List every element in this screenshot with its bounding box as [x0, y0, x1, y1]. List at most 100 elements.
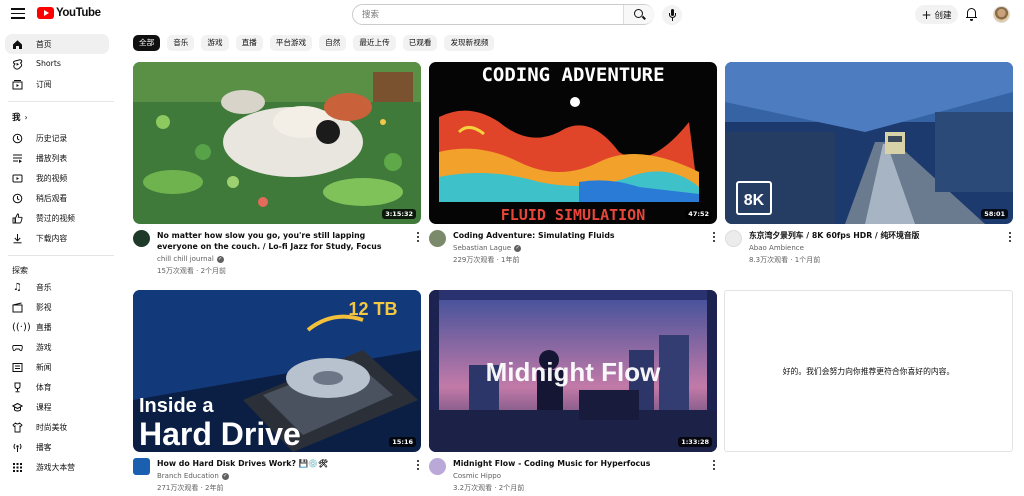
chip-platformer[interactable]: 平台游戏 — [269, 35, 313, 51]
youtube-play-icon — [37, 7, 54, 19]
video-thumbnail[interactable]: Midnight Flow 1:33:28 — [429, 290, 717, 452]
sidebar-item-downloads[interactable]: 下载内容 — [5, 228, 109, 248]
thumb-text-line2: Hard Drive — [139, 416, 301, 452]
channel-name[interactable]: Branch Education ✓ — [157, 472, 229, 480]
video-thumbnail[interactable]: 12 TB Inside a Hard Drive 15:16 — [133, 290, 421, 452]
video-meta: 15万次观看 · 2个月前 — [157, 267, 227, 275]
more-options-icon[interactable] — [1007, 231, 1013, 243]
create-button[interactable]: + 创建 — [915, 5, 958, 24]
thumb-text-line1: Inside a — [139, 395, 214, 417]
sidebar-item-liked-videos[interactable]: 赞过的视频 — [5, 208, 109, 228]
video-duration: 47:52 — [685, 209, 712, 219]
sidebar-item-news[interactable]: 新闻 — [5, 357, 109, 377]
sidebar-item-label: 稍后观看 — [36, 194, 68, 203]
chevron-right-icon: › — [24, 112, 28, 122]
search-button[interactable] — [623, 5, 654, 24]
music-icon: ♫ — [13, 282, 22, 293]
menu-icon[interactable] — [11, 8, 25, 20]
video-thumbnail[interactable]: CODING ADVENTURE FLUID SIMULATION 47:52 — [429, 62, 717, 224]
chip-new-to-you[interactable]: 发现新视频 — [444, 35, 495, 51]
channel-name[interactable]: chill chill journal ✓ — [157, 255, 224, 263]
voice-search-button[interactable] — [662, 5, 682, 25]
sidebar-item-label: 音乐 — [36, 283, 52, 292]
account-avatar[interactable] — [993, 6, 1010, 23]
channel-name-text: chill chill journal — [157, 255, 214, 263]
sidebar-item-music[interactable]: ♫ 音乐 — [5, 277, 109, 297]
video-thumbnail[interactable]: 8K 58:01 — [725, 62, 1013, 224]
more-options-icon[interactable] — [415, 459, 421, 471]
video-title[interactable]: How do Hard Disk Drives Work? 💾💿🛠 — [157, 458, 397, 469]
channel-name-text: Branch Education — [157, 472, 219, 480]
search-box — [352, 4, 654, 25]
sidebar-item-label: 影视 — [36, 303, 52, 312]
sports-icon — [12, 382, 23, 393]
you-heading-text: 我 — [12, 113, 21, 123]
notifications-bell-icon[interactable] — [966, 8, 977, 21]
chip-music[interactable]: 音乐 — [167, 35, 195, 51]
video-title[interactable]: Midnight Flow - Coding Music for Hyperfo… — [453, 458, 693, 469]
create-label: 创建 — [934, 10, 952, 21]
podcasts-icon — [12, 442, 23, 453]
sidebar-item-label: 我的视频 — [36, 174, 68, 183]
sidebar-item-gaming[interactable]: 游戏 — [5, 337, 109, 357]
channel-avatar[interactable] — [133, 230, 150, 247]
chip-nature[interactable]: 自然 — [319, 35, 347, 51]
history-icon — [12, 133, 23, 144]
channel-avatar[interactable] — [725, 230, 742, 247]
video-thumbnail[interactable]: 3:15:32 — [133, 62, 421, 224]
channel-name[interactable]: Sebastian Lague ✓ — [453, 244, 522, 252]
search-input[interactable] — [353, 5, 623, 24]
sidebar-item-courses[interactable]: 课程 — [5, 397, 109, 417]
liked-videos-icon — [12, 213, 23, 224]
youtube-logo[interactable]: YouTube — [37, 7, 101, 19]
sidebar-item-label: 播客 — [36, 443, 52, 452]
sidebar-item-live[interactable]: ((·)) 直播 — [5, 317, 109, 337]
sidebar-item-history[interactable]: 历史记录 — [5, 128, 109, 148]
thumb-badge: 12 TB — [348, 299, 397, 319]
filter-chips: 全部 音乐 游戏 直播 平台游戏 自然 最近上传 已观看 发现新视频 — [133, 35, 495, 51]
channel-avatar[interactable] — [429, 458, 446, 475]
more-options-icon[interactable] — [415, 231, 421, 243]
video-meta: 3.2万次观看 · 2个月前 — [453, 484, 525, 492]
video-title[interactable]: Coding Adventure: Simulating Fluids — [453, 230, 693, 241]
chip-watched[interactable]: 已观看 — [402, 35, 438, 51]
sidebar-item-home[interactable]: 首页 — [5, 34, 109, 54]
chip-live[interactable]: 直播 — [235, 35, 263, 51]
channel-avatar[interactable] — [429, 230, 446, 247]
sidebar-item-playables[interactable]: 游戏大本营 — [5, 457, 109, 477]
video-title[interactable]: 东京湾夕景列车 / 8K 60fps HDR / 纯环境音版 — [749, 230, 989, 241]
sidebar-item-movies[interactable]: 影视 — [5, 297, 109, 317]
sidebar-item-label: 游戏大本营 — [36, 463, 75, 472]
channel-name-text: Sebastian Lague — [453, 244, 512, 252]
chip-gaming[interactable]: 游戏 — [201, 35, 229, 51]
channel-name[interactable]: Cosmic Hippo — [453, 472, 501, 480]
live-icon: ((·)) — [12, 322, 31, 333]
chip-all[interactable]: 全部 — [133, 35, 161, 51]
sidebar-item-your-videos[interactable]: 我的视频 — [5, 168, 109, 188]
channel-name[interactable]: Abao Ambience — [749, 244, 804, 252]
gaming-icon — [12, 342, 23, 353]
courses-icon — [11, 402, 24, 413]
sidebar-item-fashion[interactable]: 时尚美妆 — [5, 417, 109, 437]
sidebar-item-sports[interactable]: 体育 — [5, 377, 109, 397]
sidebar-item-label: 首页 — [36, 40, 52, 49]
thumb-text-top: CODING ADVENTURE — [481, 64, 664, 86]
more-options-icon[interactable] — [711, 231, 717, 243]
sidebar-item-watch-later[interactable]: 稍后观看 — [5, 188, 109, 208]
channel-avatar[interactable] — [133, 458, 150, 475]
downloads-icon — [12, 233, 23, 244]
sidebar-item-shorts[interactable]: Shorts — [5, 54, 109, 74]
sidebar-item-label: 直播 — [36, 323, 52, 332]
sidebar-item-playlists[interactable]: 播放列表 — [5, 148, 109, 168]
chip-recently-uploaded[interactable]: 最近上传 — [353, 35, 396, 51]
video-meta: 8.3万次观看 · 1个月前 — [749, 256, 821, 264]
sidebar-item-label: 课程 — [36, 403, 52, 412]
video-title[interactable]: No matter how slow you go, you're still … — [157, 230, 397, 252]
sidebar: 首页 Shorts 订阅 我 › 历史记录 播放列表 我的视频 稍后观看 赞过的… — [0, 30, 117, 496]
sidebar-item-podcasts[interactable]: 播客 — [5, 437, 109, 457]
sidebar-you-heading[interactable]: 我 › — [12, 111, 28, 124]
sidebar-item-subscriptions[interactable]: 订阅 — [5, 74, 109, 94]
verified-check-icon: ✓ — [216, 255, 224, 263]
more-options-icon[interactable] — [711, 459, 717, 471]
sidebar-divider — [8, 101, 114, 102]
